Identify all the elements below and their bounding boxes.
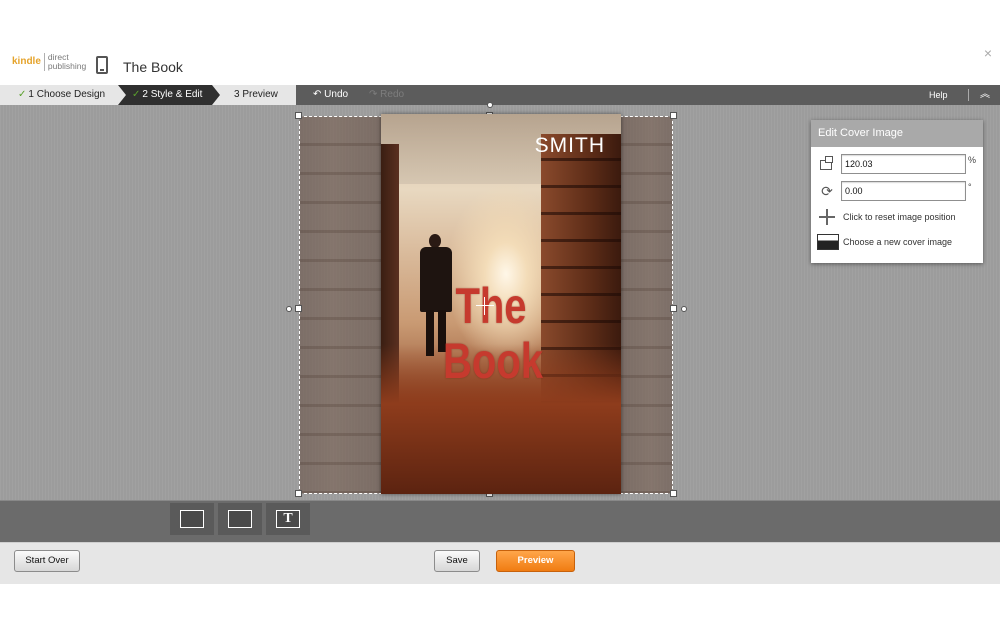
footer-bar: Start Over Save Preview: [0, 542, 1000, 584]
image-icon: [817, 234, 839, 250]
move-icon-shape: [819, 209, 835, 225]
scale-unit: %: [968, 155, 977, 165]
redo-label: Redo: [380, 89, 405, 100]
choose-image-link[interactable]: Choose a new cover image: [843, 237, 952, 247]
move-icon: [817, 209, 837, 225]
scale-icon-inner: [825, 156, 833, 163]
resize-handle-right[interactable]: [670, 305, 677, 312]
tablet-icon: [96, 56, 108, 74]
preview-button[interactable]: Preview: [496, 550, 575, 572]
help-link[interactable]: Help: [929, 85, 948, 105]
text-tool[interactable]: T: [266, 503, 310, 535]
figure-leg: [426, 310, 434, 356]
image-icon-shape: [817, 234, 839, 250]
undo-button[interactable]: ↶ Undo: [313, 85, 348, 105]
logo-direct-publishing: direct publishing: [45, 53, 86, 71]
resize-handle-top-left[interactable]: [295, 112, 302, 119]
step-label: 3 Preview: [234, 89, 278, 100]
cover-title-text[interactable]: The Book: [443, 279, 543, 389]
start-over-button[interactable]: Start Over: [14, 550, 80, 572]
rotate-handle-left[interactable]: [286, 306, 292, 312]
step-style-edit[interactable]: ✓ 2 Style & Edit: [118, 85, 220, 105]
rotation-input[interactable]: 0.00: [841, 181, 966, 201]
text-icon-glyph: T: [283, 511, 293, 526]
step-preview[interactable]: 3 Preview: [212, 85, 296, 105]
scale-row: 120.03 %: [817, 153, 979, 175]
step-choose-design[interactable]: ✓ 1 Choose Design: [0, 85, 126, 105]
undo-label: Undo: [324, 89, 349, 100]
logo-kindle-text: kindle: [12, 53, 45, 71]
checkmark-icon: ✓: [18, 89, 27, 100]
rotation-unit: °: [968, 182, 972, 192]
panel-title: Edit Cover Image: [811, 120, 983, 147]
text-icon: T: [276, 510, 300, 528]
edit-cover-image-panel: Edit Cover Image 120.03 % ⟳ 0.00 ° Click…: [811, 120, 983, 263]
book-cover[interactable]: SMITH The Book: [381, 114, 621, 494]
rotate-icon: ⟳: [821, 183, 833, 199]
resize-handle-top-right[interactable]: [670, 112, 677, 119]
tool-bar: T: [0, 500, 1000, 542]
kdp-cover-creator: kindle direct publishing The Book × ✓ 1 C…: [0, 0, 1000, 630]
undo-icon: ↶: [313, 89, 322, 100]
resize-handle-bottom-left[interactable]: [295, 490, 302, 497]
resize-handle-left[interactable]: [295, 305, 302, 312]
choose-image-row[interactable]: Choose a new cover image: [817, 231, 979, 253]
kdp-logo: kindle direct publishing: [12, 53, 86, 71]
logo-publishing-text: publishing: [47, 61, 87, 71]
step-label: 1 Choose Design: [28, 89, 106, 100]
move-crosshair-icon[interactable]: [476, 297, 494, 315]
step-bar: ✓ 1 Choose Design ✓ 2 Style & Edit 3 Previ…: [0, 85, 1000, 105]
resize-handle-bottom-right[interactable]: [670, 490, 677, 497]
book-title: The Book: [123, 59, 183, 75]
layout-icon: [228, 510, 252, 528]
wizard-steps: ✓ 1 Choose Design ✓ 2 Style & Edit 3 Previ…: [0, 85, 296, 105]
save-button[interactable]: Save: [434, 550, 480, 572]
edit-image-tool[interactable]: [170, 503, 214, 535]
reset-position-link[interactable]: Click to reset image position: [843, 212, 956, 222]
edit-image-icon: [180, 510, 204, 528]
reset-position-row[interactable]: Click to reset image position: [817, 206, 979, 228]
redo-icon: ↷: [369, 89, 378, 100]
layout-tool[interactable]: [218, 503, 262, 535]
app-header: kindle direct publishing The Book ×: [0, 40, 1000, 85]
checkmark-icon: ✓: [132, 89, 141, 100]
collapse-chevron-icon[interactable]: ︽: [978, 88, 992, 102]
rotate-handle-right[interactable]: [681, 306, 687, 312]
step-label: 2 Style & Edit: [142, 89, 203, 100]
figure-head: [429, 234, 441, 248]
rotate-handle-top[interactable]: [487, 102, 493, 108]
scale-input[interactable]: 120.03: [841, 154, 966, 174]
cover-author-text[interactable]: SMITH: [535, 134, 605, 158]
close-icon[interactable]: ×: [984, 45, 992, 61]
cover-title-line2: Book: [443, 333, 543, 389]
divider: [968, 89, 969, 101]
rotation-row: ⟳ 0.00 °: [817, 180, 979, 202]
scale-icon: [817, 156, 837, 172]
redo-button[interactable]: ↷ Redo: [369, 85, 404, 105]
